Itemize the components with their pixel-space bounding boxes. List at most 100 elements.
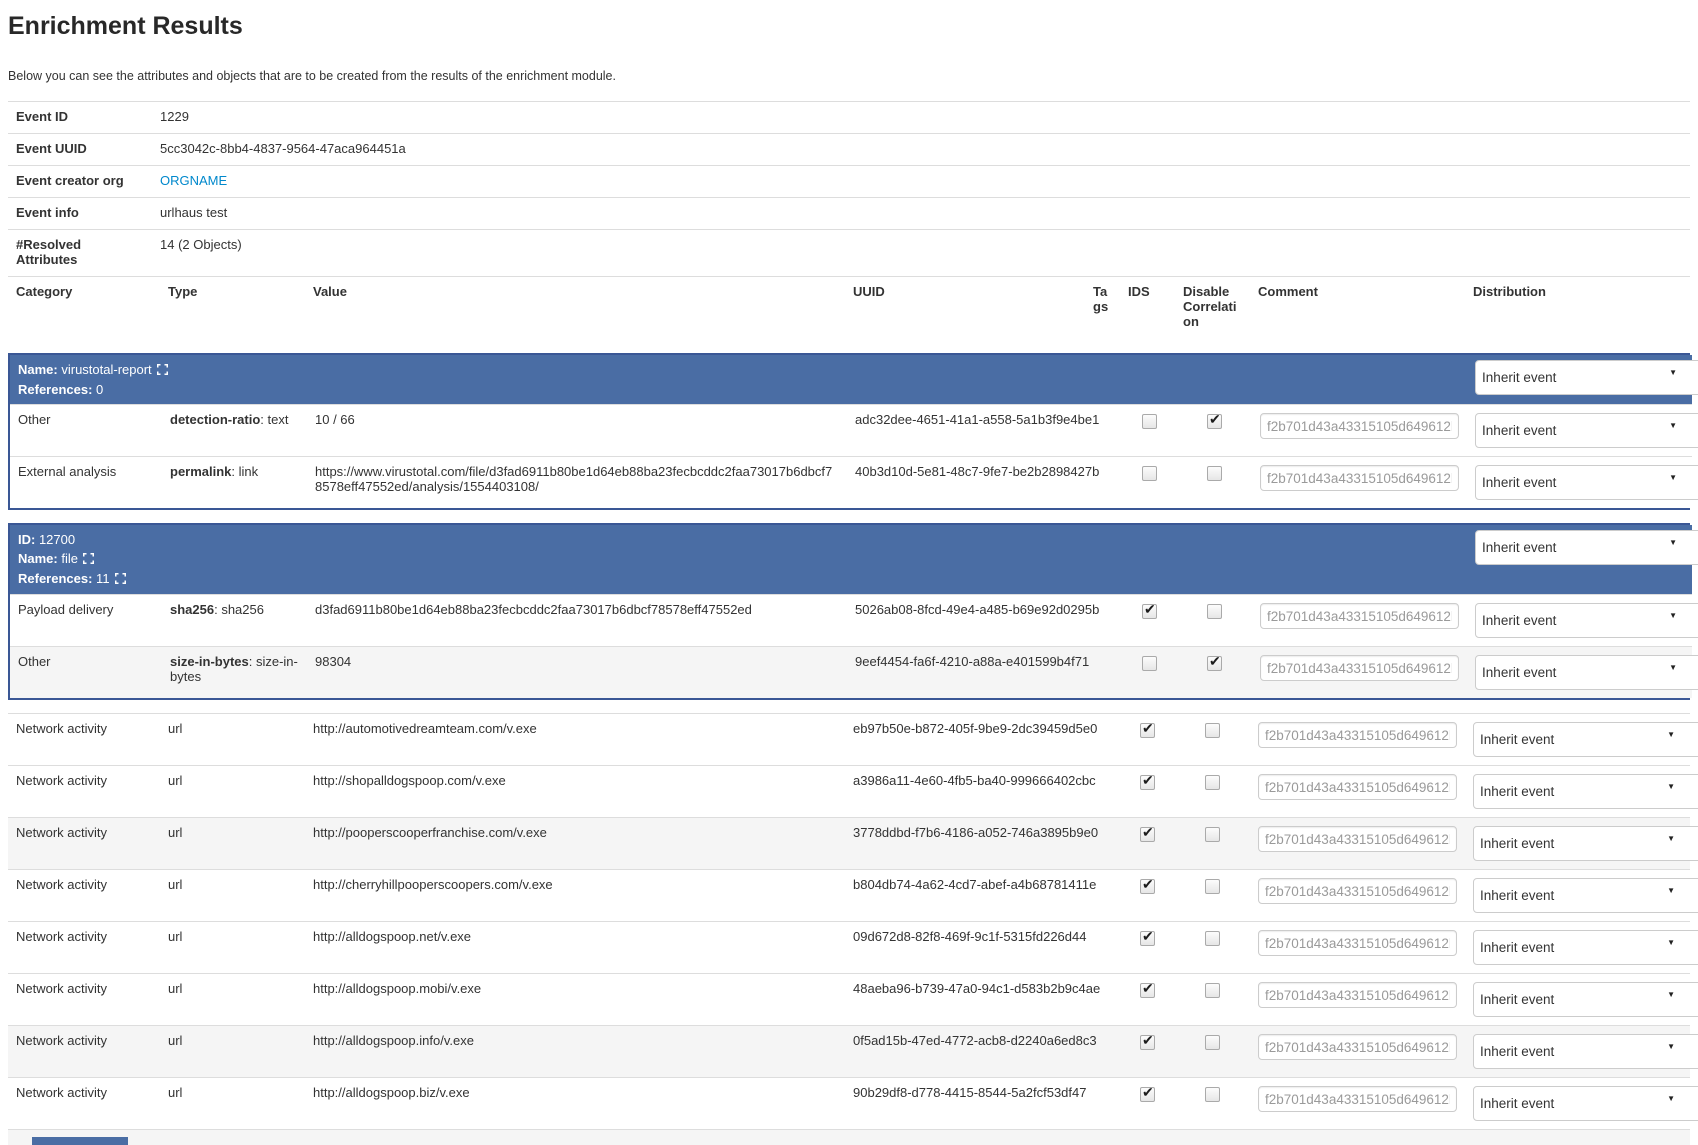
comment-input[interactable] (1258, 878, 1457, 904)
event-meta-label: Event UUID (8, 133, 152, 165)
comment-cell (1250, 870, 1465, 922)
attribute-value: http://cherryhillpooperscoopers.com/v.ex… (305, 870, 845, 922)
distribution-select[interactable]: Inherit event (1473, 826, 1698, 861)
ids-checkbox[interactable] (1142, 604, 1157, 619)
ids-checkbox[interactable] (1140, 983, 1155, 998)
disable-correlation-cell (1175, 1078, 1250, 1130)
distribution-select[interactable]: Inherit event (1473, 1086, 1698, 1121)
ids-checkbox[interactable] (1140, 775, 1155, 790)
distribution-select-wrap: Inherit event▼ (1473, 878, 1682, 913)
object-meta-value: 0 (92, 382, 103, 397)
attribute-row: Otherdetection-ratio: text10 / 66adc32de… (10, 405, 1692, 457)
column-header-value: Value (305, 276, 845, 343)
comment-cell (1250, 818, 1465, 870)
comment-input[interactable] (1260, 465, 1459, 491)
disable-correlation-checkbox[interactable] (1205, 1087, 1220, 1102)
distribution-select[interactable]: Inherit event (1475, 603, 1698, 638)
distribution-select[interactable]: Inherit event (1473, 1034, 1698, 1069)
comment-cell (1252, 595, 1467, 647)
column-header-type: Type (160, 276, 305, 343)
comment-input[interactable] (1258, 1086, 1457, 1112)
distribution-select[interactable]: Inherit event (1475, 360, 1698, 395)
disable-correlation-checkbox[interactable] (1205, 879, 1220, 894)
attribute-uuid: b804db74-4a62-4cd7-abef-a4b68781411e (845, 870, 1085, 922)
disable-correlation-checkbox[interactable] (1205, 775, 1220, 790)
disable-correlation-checkbox[interactable] (1205, 983, 1220, 998)
ids-checkbox[interactable] (1142, 466, 1157, 481)
distribution-select[interactable]: Inherit event (1473, 774, 1698, 809)
disable-correlation-checkbox[interactable] (1207, 466, 1222, 481)
comment-input[interactable] (1258, 930, 1457, 956)
expand-icon[interactable] (83, 550, 94, 569)
ids-checkbox[interactable] (1140, 827, 1155, 842)
attribute-row: Network activityurlhttp://alldogspoop.mo… (8, 974, 1690, 1026)
comment-cell (1250, 1026, 1465, 1078)
event-meta-row: Event creator orgORGNAME (8, 165, 1690, 197)
ids-cell (1120, 1026, 1175, 1078)
object-meta-label: ID: (18, 532, 35, 547)
comment-cell (1252, 457, 1467, 509)
distribution-select[interactable]: Inherit event (1475, 465, 1698, 500)
comment-input[interactable] (1258, 982, 1457, 1008)
disable-correlation-checkbox[interactable] (1205, 931, 1220, 946)
comment-input[interactable] (1258, 774, 1457, 800)
event-meta-table: Event ID1229Event UUID5cc3042c-8bb4-4837… (8, 101, 1690, 276)
distribution-select-wrap: Inherit event▼ (1473, 1034, 1682, 1069)
disable-correlation-cell (1177, 457, 1252, 509)
object-meta-value: 11 (92, 571, 109, 586)
distribution-select[interactable]: Inherit event (1473, 722, 1698, 757)
ids-checkbox[interactable] (1140, 931, 1155, 946)
comment-input[interactable] (1258, 1034, 1457, 1060)
disable-correlation-checkbox[interactable] (1205, 827, 1220, 842)
object-relation-name: permalink (170, 464, 231, 479)
disable-correlation-checkbox[interactable] (1205, 723, 1220, 738)
attribute-type: sha256: sha256 (162, 595, 307, 647)
distribution-select[interactable]: Inherit event (1473, 878, 1698, 913)
ids-checkbox[interactable] (1140, 1035, 1155, 1050)
comment-input[interactable] (1260, 655, 1459, 681)
ids-checkbox[interactable] (1140, 1087, 1155, 1102)
comment-cell (1250, 922, 1465, 974)
distribution-select[interactable]: Inherit event (1475, 530, 1698, 565)
comment-input[interactable] (1260, 603, 1459, 629)
distribution-select[interactable]: Inherit event (1475, 413, 1698, 448)
event-creator-org-link[interactable]: ORGNAME (160, 173, 227, 188)
attribute-category: Other (10, 405, 162, 457)
distribution-select[interactable]: Inherit event (1473, 982, 1698, 1017)
object-table: ID: 12700Name: fileReferences: 11Inherit… (10, 525, 1692, 698)
expand-icon[interactable] (115, 570, 126, 589)
distribution-select[interactable]: Inherit event (1475, 655, 1698, 690)
disable-correlation-checkbox[interactable] (1207, 414, 1222, 429)
attribute-category: Network activity (8, 818, 160, 870)
object-meta-value: virustotal-report (58, 362, 152, 377)
distribution-cell: Inherit event▼ (1465, 870, 1690, 922)
distribution-select[interactable]: Inherit event (1473, 930, 1698, 965)
disable-correlation-checkbox[interactable] (1207, 604, 1222, 619)
attribute-row: External analysispermalink: linkhttps://… (10, 457, 1692, 509)
distribution-cell: Inherit event▼ (1467, 595, 1692, 647)
page-description: Below you can see the attributes and obj… (8, 69, 1690, 83)
ids-cell (1122, 595, 1177, 647)
ids-checkbox[interactable] (1142, 414, 1157, 429)
expand-icon[interactable] (157, 361, 168, 380)
attribute-uuid: 48aeba96-b739-47a0-94c1-d583b2b9c4ae (845, 974, 1085, 1026)
ids-checkbox[interactable] (1142, 656, 1157, 671)
distribution-cell: Inherit event▼ (1465, 714, 1690, 766)
comment-input[interactable] (1260, 413, 1459, 439)
ids-checkbox[interactable] (1140, 879, 1155, 894)
event-meta-row: Event UUID5cc3042c-8bb4-4837-9564-47aca9… (8, 133, 1690, 165)
attribute-uuid: 9eef4454-fa6f-4210-a88a-e401599b4f71 (847, 647, 1087, 699)
ids-checkbox[interactable] (1140, 723, 1155, 738)
disable-correlation-checkbox[interactable] (1207, 656, 1222, 671)
attribute-category: Network activity (8, 714, 160, 766)
comment-input[interactable] (1258, 722, 1457, 748)
attribute-value: http://alldogspoop.mobi/v.exe (305, 974, 845, 1026)
disable-correlation-cell (1175, 974, 1250, 1026)
loose-attributes-body: Network activityurlhttp://automotivedrea… (8, 714, 1690, 1130)
attribute-category: Network activity (8, 1026, 160, 1078)
partial-blue-element (32, 1137, 128, 1145)
attribute-value: http://alldogspoop.biz/v.exe (305, 1078, 845, 1130)
comment-input[interactable] (1258, 826, 1457, 852)
disable-correlation-checkbox[interactable] (1205, 1035, 1220, 1050)
object-block: Name: virustotal-reportReferences: 0Inhe… (8, 353, 1690, 510)
